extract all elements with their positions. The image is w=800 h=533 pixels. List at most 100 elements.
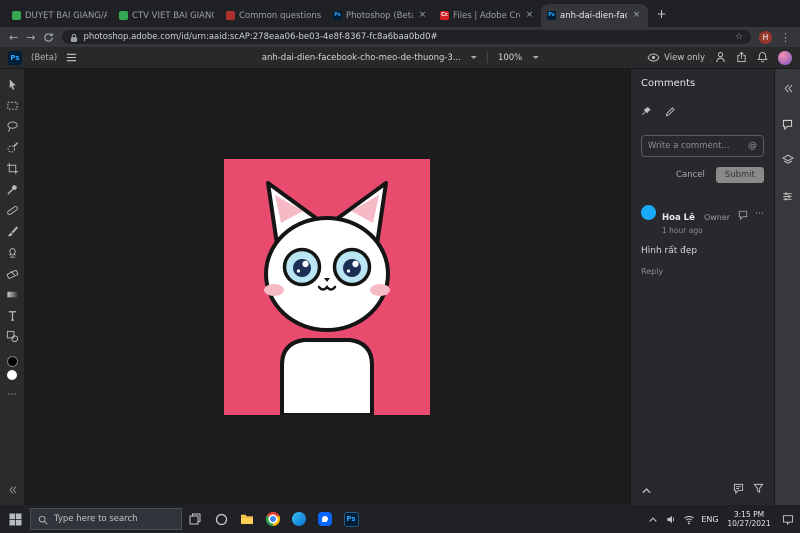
- url-omnibox[interactable]: photoshop.adobe.com/id/urn:aaid:scAP:278…: [62, 30, 751, 44]
- view-only-label: View only: [664, 53, 705, 63]
- doc-green-favicon: [12, 11, 21, 20]
- collapse-toolbar-icon[interactable]: [7, 480, 17, 499]
- pencil-annotate-icon[interactable]: [665, 102, 676, 121]
- comment-text: Hình rất đẹp: [641, 246, 764, 256]
- messenger-app-icon[interactable]: [312, 505, 338, 533]
- comment-timestamp: 1 hour ago: [662, 226, 732, 235]
- brush-tool-icon[interactable]: [0, 221, 24, 242]
- gradient-tool-icon[interactable]: [0, 284, 24, 305]
- clone-stamp-tool-icon[interactable]: [0, 242, 24, 263]
- browser-profile-avatar[interactable]: H: [759, 31, 772, 44]
- more-tools-icon[interactable]: ⋯: [8, 391, 17, 400]
- collapse-panel-icon[interactable]: [782, 79, 793, 98]
- shapes-tool-icon[interactable]: [0, 326, 24, 347]
- chevron-down-icon[interactable]: [471, 56, 477, 62]
- cancel-button[interactable]: Cancel: [676, 170, 705, 180]
- tab-close-icon[interactable]: ×: [631, 10, 642, 21]
- system-tray: ENG 3:15 PM 10/27/2021: [644, 505, 800, 533]
- view-only-badge[interactable]: View only: [647, 53, 705, 63]
- volume-icon[interactable]: [662, 514, 680, 525]
- move-tool-icon[interactable]: [0, 74, 24, 95]
- quick-select-tool-icon[interactable]: [0, 137, 24, 158]
- creative-cloud-favicon: Cc: [440, 11, 449, 20]
- browser-tab[interactable]: Cc Files | Adobe Creative Clou... ×: [434, 4, 541, 27]
- comment-actions: Cancel Submit: [641, 167, 764, 183]
- date-text: 10/27/2021: [722, 519, 776, 529]
- new-tab-button[interactable]: +: [653, 6, 670, 23]
- crop-tool-icon[interactable]: [0, 158, 24, 179]
- mention-at-icon[interactable]: @: [748, 141, 757, 151]
- reload-icon[interactable]: [43, 28, 54, 47]
- photoshop-dock-icon[interactable]: Ps: [338, 505, 364, 533]
- browser-tab[interactable]: CTV VIẾT BÀI GIANG/APP ...: [113, 4, 220, 27]
- edge-icon[interactable]: [286, 505, 312, 533]
- marquee-tool-icon[interactable]: [0, 95, 24, 116]
- user-avatar[interactable]: [778, 51, 792, 65]
- comment-bubble-icon[interactable]: [738, 205, 748, 224]
- browser-address-bar: ← → photoshop.adobe.com/id/urn:aaid:scAP…: [0, 27, 800, 47]
- filter-funnel-icon[interactable]: [753, 479, 764, 498]
- taskbar-search-box[interactable]: [30, 508, 182, 530]
- reply-link[interactable]: Reply: [641, 267, 764, 276]
- windows-taskbar: Ps ENG 3:15 PM 10/27/2021: [0, 505, 800, 533]
- tab-close-icon[interactable]: ×: [524, 10, 535, 21]
- document-title[interactable]: anh-dai-dien-facebook-cho-meo-de-thuong-…: [262, 53, 461, 63]
- right-icon-rail: [774, 69, 800, 505]
- forward-icon[interactable]: →: [26, 32, 35, 43]
- browser-tab[interactable]: DUYỆT BÀI GIANG/APP N...: [6, 4, 113, 27]
- invite-people-icon[interactable]: [715, 48, 726, 67]
- tab-close-icon[interactable]: ×: [417, 10, 428, 21]
- browser-tab[interactable]: Ps Photoshop (Beta) - Adobe ... ×: [327, 4, 434, 27]
- background-color-swatch[interactable]: [7, 370, 17, 380]
- share-icon[interactable]: [736, 48, 747, 67]
- comments-list-icon[interactable]: [733, 479, 744, 498]
- submit-button[interactable]: Submit: [716, 167, 764, 183]
- foreground-color-swatch[interactable]: [7, 356, 18, 367]
- start-button[interactable]: [0, 505, 30, 533]
- photoshop-logo[interactable]: Ps: [8, 51, 22, 65]
- back-icon[interactable]: ←: [9, 32, 18, 43]
- task-view-button[interactable]: [182, 505, 208, 533]
- comments-panel: Comments @ Cancel Submit Hoa Lê Owner 1 …: [630, 69, 774, 505]
- file-explorer-icon[interactable]: [234, 505, 260, 533]
- tab-label: Files | Adobe Creative Clou...: [453, 11, 520, 21]
- comment-more-icon[interactable]: ⋯: [755, 210, 764, 219]
- language-indicator[interactable]: ENG: [698, 515, 722, 524]
- hamburger-menu-icon[interactable]: [66, 48, 77, 67]
- browser-menu-kebab-icon[interactable]: ⋮: [780, 32, 791, 43]
- commenter-avatar[interactable]: [641, 205, 656, 220]
- url-text: photoshop.adobe.com/id/urn:aaid:scAP:278…: [83, 32, 729, 42]
- divider: [487, 52, 488, 63]
- tray-chevron-up-icon[interactable]: [644, 515, 662, 523]
- pin-comment-icon[interactable]: [641, 102, 652, 121]
- action-center-icon[interactable]: [776, 514, 800, 525]
- eraser-tool-icon[interactable]: [0, 263, 24, 284]
- photoshop-header: Ps (Beta) anh-dai-dien-facebook-cho-meo-…: [0, 47, 800, 69]
- time-text: 3:15 PM: [722, 510, 776, 520]
- search-input[interactable]: [54, 514, 174, 524]
- bookmark-star-icon[interactable]: ☆: [735, 32, 743, 42]
- bell-icon[interactable]: [757, 48, 768, 67]
- layers-rail-icon[interactable]: [782, 151, 794, 170]
- browser-tab[interactable]: Common questions | Pho...: [220, 4, 327, 27]
- comment-input[interactable]: [648, 141, 744, 151]
- comment-thread-header: Hoa Lê Owner 1 hour ago ⋯: [641, 205, 764, 235]
- spot-heal-tool-icon[interactable]: [0, 200, 24, 221]
- network-icon[interactable]: [680, 514, 698, 525]
- doc-green-favicon: [119, 11, 128, 20]
- cortana-button[interactable]: [208, 505, 234, 533]
- browser-tab-active[interactable]: Ps anh-dai-dien-facebook-ch... ×: [541, 4, 648, 27]
- chrome-icon[interactable]: [260, 505, 286, 533]
- comments-rail-icon[interactable]: [782, 115, 793, 134]
- type-tool-icon[interactable]: [0, 305, 24, 326]
- chevron-down-icon[interactable]: [532, 56, 538, 62]
- lasso-tool-icon[interactable]: [0, 116, 24, 137]
- zoom-level[interactable]: 100%: [498, 53, 522, 63]
- adjustments-rail-icon[interactable]: [782, 187, 793, 206]
- photoshop-favicon: Ps: [547, 11, 556, 20]
- eyedropper-tool-icon[interactable]: [0, 179, 24, 200]
- document-title-group: anh-dai-dien-facebook-cho-meo-de-thuong-…: [262, 52, 539, 63]
- canvas-area[interactable]: [24, 69, 630, 505]
- clock[interactable]: 3:15 PM 10/27/2021: [722, 510, 776, 529]
- collapse-up-icon[interactable]: [641, 479, 652, 498]
